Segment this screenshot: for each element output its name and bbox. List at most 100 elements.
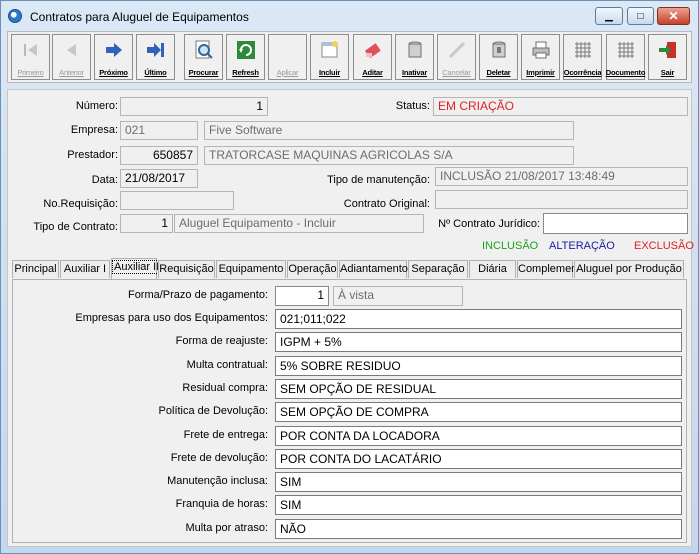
forma-prazo-code-input[interactable]: 1 [275, 286, 329, 306]
inactivate-icon [404, 39, 426, 61]
title-bar: Contratos para Aluguel de Equipamentos ▁… [1, 1, 698, 31]
form-row-input[interactable]: NÃO [275, 518, 682, 539]
legend-alteracao: ALTERAÇÃO [549, 240, 615, 252]
form-row-label: Residual compra: [182, 381, 268, 394]
next-icon [103, 39, 125, 61]
toolbar-button-label: Inativar [401, 68, 428, 77]
toolbar-button-label: Incluir [318, 68, 341, 77]
form-row-input[interactable]: 021;011;022 [275, 309, 682, 329]
prestador-name-field: TRATORCASE MAQUINAS AGRICOLAS S/A [204, 146, 574, 165]
data-field[interactable]: 21/08/2017 [120, 169, 198, 188]
toolbar-button-label: Último [144, 68, 167, 77]
toolbar-button-label: Refresh [232, 68, 259, 77]
first-icon [20, 39, 42, 61]
toolbar-button-proximo[interactable]: Próximo [94, 34, 133, 80]
grid-icon [572, 39, 594, 61]
toolbar-button-incluir[interactable]: Incluir [310, 34, 349, 80]
prestador-code-field[interactable]: 650857 [120, 146, 198, 165]
toolbar-button-aplicar[interactable]: Aplicar [268, 34, 307, 80]
previous-icon [61, 39, 83, 61]
legend-inclusao: INCLUSÃO [482, 240, 539, 252]
toolbar-button-label: Deletar [486, 68, 511, 77]
tipo-contrato-name-field: Aluguel Equipamento - Incluir [174, 214, 424, 233]
contrato-original-field[interactable] [435, 190, 688, 209]
tipo-manutencao-field: INCLUSÃO 21/08/2017 13:48:49 [435, 167, 688, 186]
toolbar-button-label: Documento [605, 68, 646, 77]
toolbar-button-anterior[interactable]: Anterior [52, 34, 91, 80]
toolbar: Primeiro Anterior Próximo Último Procurar Ref… [7, 31, 692, 83]
toolbar-button-label: Sair [660, 68, 675, 77]
tab-label: Principal [14, 263, 57, 275]
contract-form: Número: 1 Status: EM CRIAÇÃO Empresa: 02… [7, 89, 694, 547]
toolbar-button-label: Cancelar [442, 68, 471, 77]
form-row-input[interactable]: POR CONTA DO LACATÁRIO [275, 448, 682, 469]
prestador-label: Prestador: [67, 149, 118, 161]
tab-panel-auxiliar-ii: Forma/Prazo de pagamento: 1 À vista Empr… [12, 279, 687, 543]
form-row-input[interactable]: IGPM + 5% [275, 332, 682, 353]
toolbar-button-label: Aditar [362, 68, 383, 77]
toolbar-button-label: Aplicar [276, 68, 299, 77]
cancel-icon [446, 39, 468, 61]
tab-requisicao[interactable]: Requisição [158, 260, 215, 278]
data-label: Data: [91, 174, 118, 186]
toolbar-button-ultimo[interactable]: Último [136, 34, 175, 80]
tab-label: Diária [478, 263, 507, 275]
toolbar-button-imprimir[interactable]: Imprimir [521, 34, 560, 80]
form-row-input[interactable]: POR CONTA DA LOCADORA [275, 425, 682, 446]
toolbar-button-refresh[interactable]: Refresh [226, 34, 265, 80]
tab-equipamento[interactable]: Equipamento [216, 260, 286, 278]
form-row-input[interactable]: 5% SOBRE RESIDUO [275, 355, 682, 376]
toolbar-button-label: Ocorrência [563, 68, 602, 77]
numero-field[interactable]: 1 [120, 97, 268, 116]
tab-operacao[interactable]: Operação [287, 260, 338, 278]
norequisicao-label: No.Requisição: [43, 198, 118, 210]
tab-auxiliar-i[interactable]: Auxiliar I [60, 260, 110, 278]
status-label: Status: [395, 100, 430, 112]
tipo-contrato-code-field[interactable]: 1 [120, 214, 173, 233]
form-row-label: Frete de devolução: [170, 451, 268, 464]
tab-label: Auxiliar I [63, 263, 107, 275]
tab-complemento[interactable]: Complemento [517, 260, 586, 278]
tab-aluguel-por-producao[interactable]: Aluguel por Produção [574, 260, 684, 278]
toolbar-button-procurar[interactable]: Procurar [184, 34, 223, 80]
empresa-code-field[interactable]: 021 [120, 121, 198, 140]
contrato-juridico-input[interactable] [543, 213, 688, 234]
tab-label: Operação [288, 263, 337, 275]
edit-icon [362, 39, 384, 61]
form-row-input[interactable]: SEM OPÇÃO DE COMPRA [275, 402, 682, 423]
toolbar-button-documento[interactable]: Documento [606, 34, 645, 80]
toolbar-button-ocorrencia[interactable]: Ocorrência [563, 34, 602, 80]
tab-auxiliar-ii[interactable]: Auxiliar II [111, 258, 162, 279]
contrato-original-label: Contrato Original: [343, 198, 430, 210]
forma-prazo-label: Forma/Prazo de pagamento: [127, 289, 268, 301]
grid-icon [615, 39, 637, 61]
form-row-input[interactable]: SEM OPÇÃO DE RESIDUAL [275, 378, 682, 399]
toolbar-button-inativar[interactable]: Inativar [395, 34, 434, 80]
toolbar-button-label: Próximo [99, 68, 128, 77]
refresh-icon [235, 39, 257, 61]
toolbar-button-aditar[interactable]: Aditar [353, 34, 392, 80]
last-icon [145, 39, 167, 61]
tab-principal[interactable]: Principal [12, 260, 59, 278]
form-row-label: Franquia de horas: [175, 498, 268, 511]
tab-separacao[interactable]: Separação [408, 260, 468, 278]
new-record-icon [319, 39, 341, 61]
toolbar-button-sair[interactable]: Sair [648, 34, 687, 80]
empresa-label: Empresa: [70, 124, 118, 136]
tab-adiantamento[interactable]: Adiantamento [339, 260, 408, 278]
minimize-button[interactable]: ▁ [595, 7, 623, 25]
printer-icon [530, 39, 552, 61]
form-row-input[interactable]: SIM [275, 495, 682, 516]
form-row-input[interactable]: SIM [275, 472, 682, 493]
tab-label: Requisição [159, 263, 214, 275]
toolbar-button-primeiro[interactable]: Primeiro [11, 34, 50, 80]
toolbar-button-cancelar[interactable]: Cancelar [437, 34, 476, 80]
maximize-button[interactable]: □ [627, 7, 654, 25]
tipo-manutencao-label: Tipo de manutenção: [327, 174, 430, 186]
tab-label: Separação [411, 263, 465, 275]
tab-diaria[interactable]: Diária [469, 260, 516, 278]
close-button[interactable]: ✕ [657, 7, 690, 25]
tab-label: Adiantamento [340, 263, 408, 275]
toolbar-button-deletar[interactable]: Deletar [479, 34, 518, 80]
norequisicao-field[interactable] [120, 191, 234, 210]
